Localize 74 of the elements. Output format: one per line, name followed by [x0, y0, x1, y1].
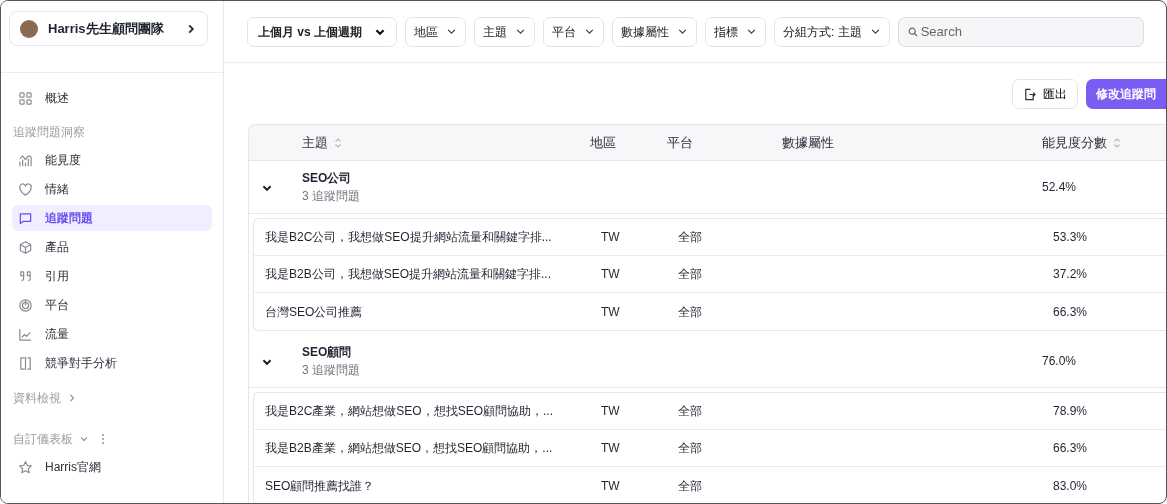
question-cell-text: SEO顧問推薦找誰？: [265, 477, 375, 495]
star-icon: [18, 459, 33, 475]
line-chart-icon: [18, 326, 33, 342]
nav-item[interactable]: 追蹤問題: [12, 205, 212, 231]
team-switcher[interactable]: Harris先生顧問團隊: [9, 11, 208, 46]
score-cell-text: 53.3%: [1053, 229, 1088, 246]
export-button[interactable]: 匯出: [1012, 79, 1078, 109]
column-header: 主題: [302, 133, 328, 152]
sort-icon[interactable]: [1113, 136, 1121, 149]
score-cell-text: 83.0%: [1053, 477, 1088, 495]
question-cell-text: 我是B2C產業，網站想做SEO，想找SEO顧問協助，...: [265, 403, 554, 420]
filter-dropdown[interactable]: 平台: [543, 16, 604, 47]
search-icon: [907, 26, 918, 37]
filter-dropdown[interactable]: 數據屬性: [612, 16, 697, 47]
region-cell-text: TW: [601, 229, 620, 246]
nav-item[interactable]: 能見度: [12, 147, 212, 173]
edit-questions-button[interactable]: 修改追蹤問: [1086, 79, 1166, 109]
export-icon: [1023, 87, 1036, 101]
nav-item[interactable]: 競爭對手分析: [12, 350, 212, 376]
team-name: Harris先生顧問團隊: [48, 19, 165, 38]
nav-item[interactable]: 平台: [12, 292, 212, 318]
nav-item[interactable]: 概述: [12, 85, 212, 111]
score-cell-text: 66.3%: [1053, 440, 1088, 457]
question-count: 3 追蹤問題: [302, 362, 361, 379]
filter-dropdown[interactable]: 主題: [474, 16, 535, 47]
region-cell-text: TW: [601, 440, 620, 457]
nav-item[interactable]: 引用: [12, 263, 212, 289]
section-title: 追蹤問題洞察: [13, 124, 85, 141]
region-cell-text: TW: [601, 403, 620, 420]
region-cell-text: TW: [601, 266, 620, 283]
score-cell-text: 37.2%: [1053, 266, 1088, 283]
sort-icon[interactable]: [334, 136, 342, 149]
target-icon: [18, 297, 33, 313]
question-cell-text: 我是B2B產業，網站想做SEO，想找SEO顧問協助，...: [265, 440, 553, 457]
more-menu-icon[interactable]: [101, 433, 105, 445]
platform-cell-text: 全部: [678, 266, 702, 283]
score-cell-text: 76.0%: [1042, 353, 1077, 370]
question-cell-text: 台灣SEO公司推薦: [265, 303, 363, 321]
region-cell-text: TW: [601, 303, 620, 321]
filter-dropdown[interactable]: 分組方式: 主題: [774, 16, 890, 47]
nav-item[interactable]: 流量: [12, 321, 212, 347]
column-header: 平台: [667, 133, 693, 152]
cube-icon: [18, 239, 33, 255]
quote-icon: [18, 268, 33, 284]
platform-cell-text: 全部: [678, 303, 702, 321]
column-header: 數據屬性: [782, 133, 834, 152]
region-cell-text: TW: [601, 477, 620, 495]
nav-item[interactable]: 情緒: [12, 176, 212, 202]
nav-item[interactable]: 產品: [12, 234, 212, 260]
group-name: SEO公司: [302, 170, 353, 187]
column-header: 地區: [590, 133, 616, 152]
filter-dropdown[interactable]: 地區: [405, 16, 466, 47]
avatar: [20, 19, 38, 38]
filter-dropdown[interactable]: 指標: [705, 16, 766, 47]
question-count: 3 追蹤問題: [302, 188, 361, 205]
heart-icon: [18, 181, 33, 197]
score-cell-text: 78.9%: [1053, 403, 1088, 420]
platform-cell-text: 全部: [678, 229, 702, 246]
score-cell-text: 66.3%: [1053, 303, 1088, 321]
group-name: SEO顧問: [302, 344, 353, 361]
nav-item[interactable]: Harris官網: [12, 454, 212, 480]
platform-cell-text: 全部: [678, 403, 702, 420]
search-field[interactable]: Search: [897, 16, 1144, 47]
split-panel-icon: [18, 355, 33, 371]
score-cell-text: 52.4%: [1042, 179, 1077, 196]
platform-cell-text: 全部: [678, 477, 702, 495]
column-header: 能見度分數: [1042, 133, 1107, 152]
question-cell-text: 我是B2B公司，我想做SEO提升網站流量和關鍵字排...: [265, 266, 552, 283]
platform-cell-text: 全部: [678, 440, 702, 457]
chat-bubble-icon: [18, 210, 33, 226]
bar-chart-icon: [18, 152, 33, 168]
period-dropdown[interactable]: 上個月 vs 上個週期: [247, 16, 397, 47]
grid-icon: [18, 90, 33, 106]
question-cell-text: 我是B2C公司，我想做SEO提升網站流量和關鍵字排...: [265, 229, 552, 246]
